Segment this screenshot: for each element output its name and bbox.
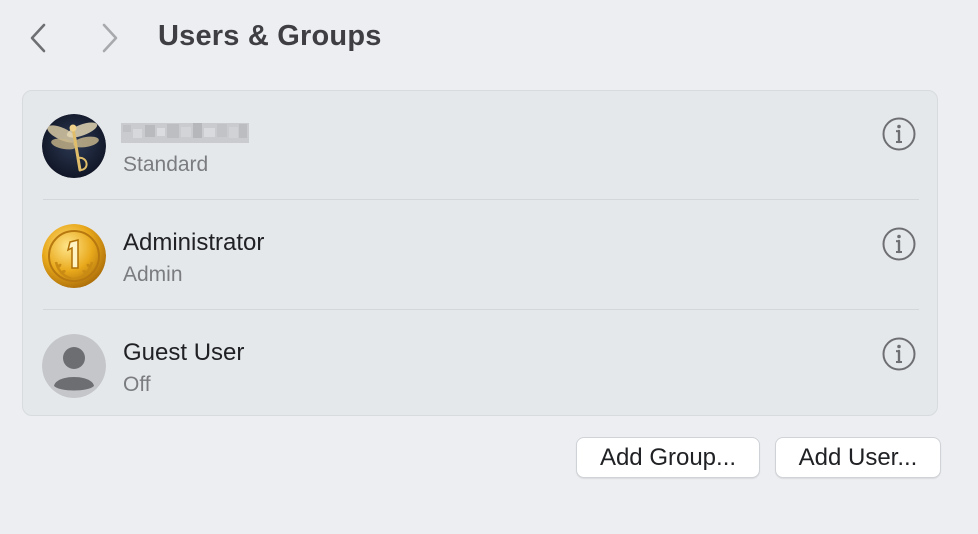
- users-list: Standard Administrator Admin Guest User …: [22, 90, 938, 416]
- add-user-button[interactable]: Add User...: [775, 437, 941, 478]
- user-name: Administrator: [123, 229, 265, 256]
- user-row-administrator[interactable]: Administrator Admin: [23, 201, 939, 311]
- administrator-info-button[interactable]: [881, 226, 917, 262]
- toolbar: Users & Groups: [0, 0, 978, 76]
- row-divider: [43, 309, 919, 310]
- user-role: Standard: [123, 153, 209, 176]
- chevron-right-icon: [102, 23, 118, 53]
- redacted-username: [121, 119, 249, 145]
- page-title: Users & Groups: [158, 20, 382, 52]
- chevron-left-icon: [30, 23, 46, 53]
- row-divider: [43, 199, 919, 200]
- info-icon: [882, 227, 916, 261]
- user-row-current[interactable]: Standard: [23, 91, 939, 201]
- user-role: Off: [123, 373, 151, 396]
- forward-button[interactable]: [96, 20, 124, 56]
- dragonfly-avatar: [42, 114, 106, 178]
- info-icon: [882, 337, 916, 371]
- user-row-guest[interactable]: Guest User Off: [23, 311, 939, 421]
- gold-medal-avatar: [42, 224, 106, 288]
- info-icon: [882, 117, 916, 151]
- generic-person-avatar: [42, 334, 106, 398]
- guest-info-button[interactable]: [881, 336, 917, 372]
- user-role: Admin: [123, 263, 183, 286]
- user-info-button[interactable]: [881, 116, 917, 152]
- back-button[interactable]: [24, 20, 52, 56]
- user-name: Guest User: [123, 339, 245, 366]
- add-group-button[interactable]: Add Group...: [576, 437, 760, 478]
